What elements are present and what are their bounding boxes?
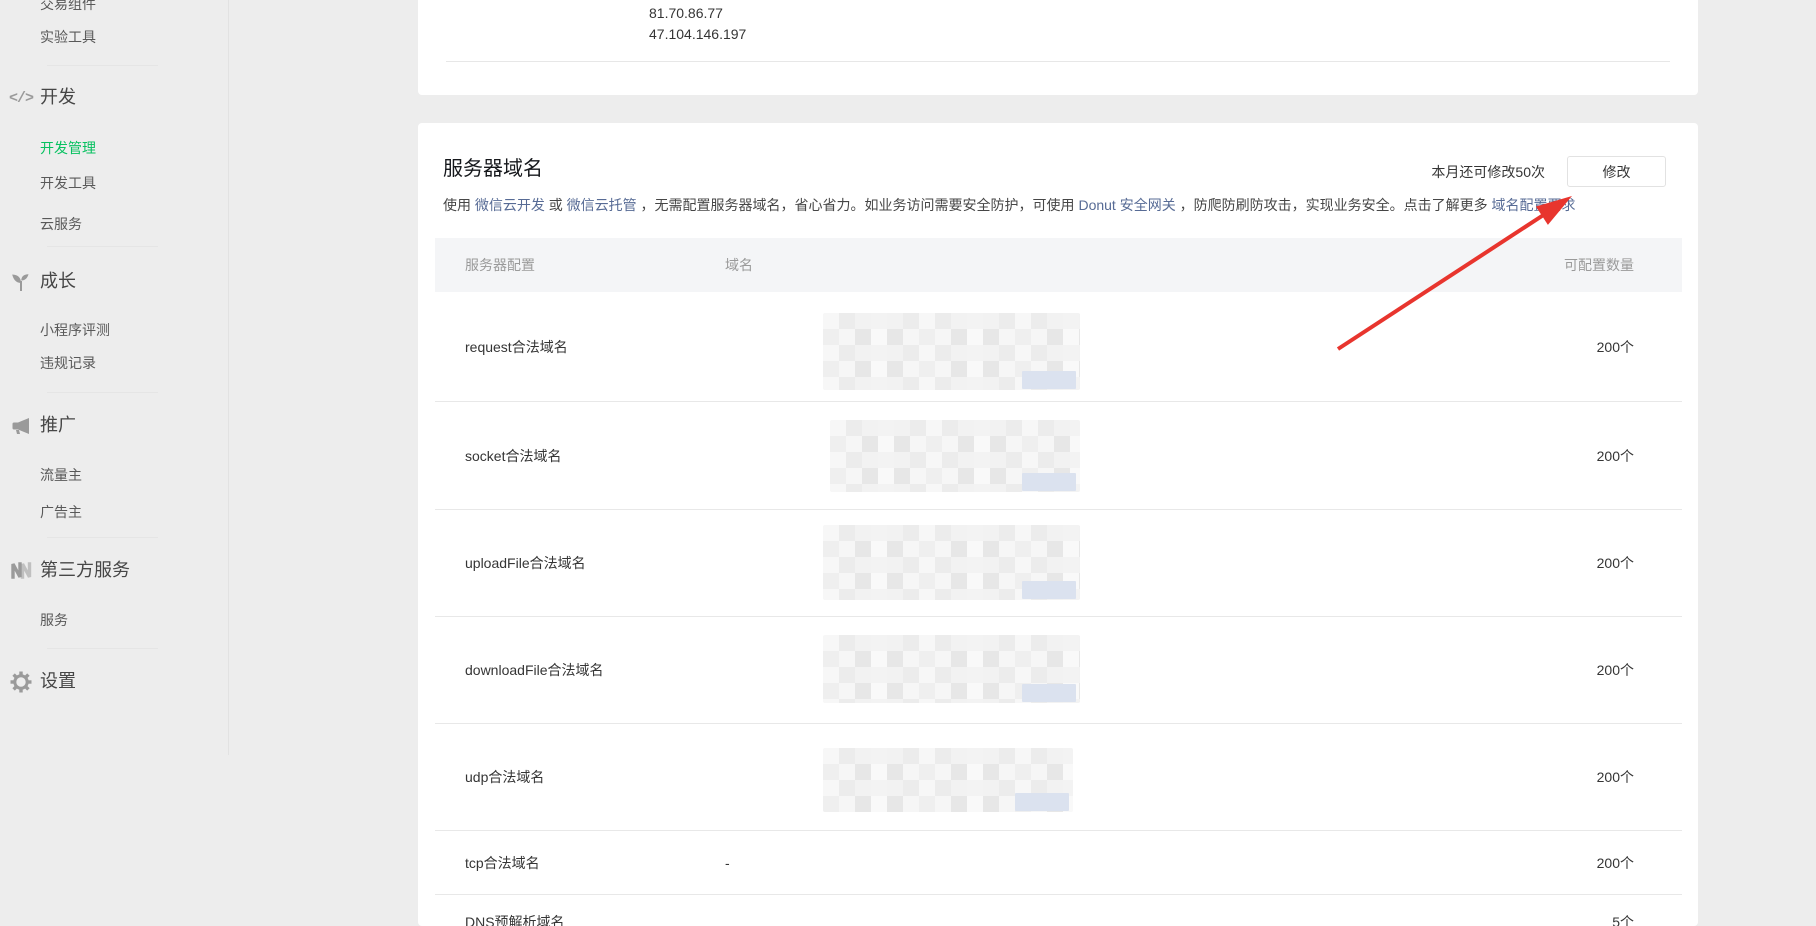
code-icon: </> <box>8 85 34 111</box>
desc-text: ，防爬防刷防攻击，实现业务安全。点击了解更多 <box>1176 197 1492 213</box>
modify-button[interactable]: 修改 <box>1567 156 1666 187</box>
sidebar-item-cloud-service[interactable]: 云服务 <box>40 214 82 234</box>
sidebar-section-promotion[interactable]: 推广 <box>40 412 76 438</box>
sidebar-item-trade-components[interactable]: 交易组件 <box>40 0 96 14</box>
server-config-label: request合法域名 <box>435 337 725 357</box>
censored-blue-block <box>1022 684 1076 702</box>
sidebar-item-experiment-tools[interactable]: 实验工具 <box>40 27 96 47</box>
desc-text: 或 <box>545 197 567 213</box>
quota-value: 200个 <box>1385 446 1682 466</box>
ip-address: 81.70.86.77 <box>649 3 746 24</box>
censored-blue-block <box>1015 793 1069 811</box>
ip-list: 81.70.86.77 47.104.146.197 <box>649 3 746 45</box>
domain-cell <box>725 510 1385 616</box>
domain-config-requirements-link[interactable]: 域名配置要求 <box>1491 197 1575 213</box>
sidebar-divider <box>47 392 158 393</box>
table-row-request: request合法域名 200个 <box>435 292 1682 402</box>
gear-icon <box>8 669 34 695</box>
censored-domain-blur <box>823 748 1073 812</box>
sidebar-section-settings[interactable]: 设置 <box>40 668 76 694</box>
censored-domain-blur <box>823 635 1080 703</box>
domain-value: - <box>725 855 730 871</box>
sidebar-item-service[interactable]: 服务 <box>40 610 68 630</box>
header-quota: 可配置数量 <box>1385 255 1682 275</box>
quota-value: 200个 <box>1385 853 1682 873</box>
censored-domain-blur <box>823 525 1080 600</box>
domain-cell: - <box>725 831 1385 894</box>
ip-address: 47.104.146.197 <box>649 24 746 45</box>
card-divider <box>446 61 1670 62</box>
header-server-config: 服务器配置 <box>435 255 725 275</box>
censored-blue-block <box>1022 581 1076 599</box>
censored-domain-blur <box>823 313 1080 390</box>
sidebar-section-third-party[interactable]: 第三方服务 <box>40 557 130 583</box>
table-row-downloadfile: downloadFile合法域名 200个 <box>435 617 1682 724</box>
desc-text: 使用 <box>443 197 475 213</box>
table-row-uploadfile: uploadFile合法域名 200个 <box>435 510 1682 617</box>
table-row-tcp: tcp合法域名 - 200个 <box>435 831 1682 895</box>
quota-value: 200个 <box>1385 553 1682 573</box>
sprout-icon <box>8 269 34 295</box>
sidebar-divider <box>47 537 158 538</box>
server-config-label: socket合法域名 <box>435 446 725 466</box>
wechat-cloud-hosting-link[interactable]: 微信云托管 <box>567 197 637 213</box>
table-row-udp: udp合法域名 200个 <box>435 724 1682 831</box>
description: 使用 微信云开发 或 微信云托管 ，无需配置服务器域名，省心省力。如业务访问需要… <box>443 195 1575 215</box>
domain-table: 服务器配置 域名 可配置数量 request合法域名 200个 socket合法… <box>435 238 1682 926</box>
sidebar-divider <box>47 648 158 649</box>
domain-cell <box>725 724 1385 830</box>
sidebar-item-advertiser[interactable]: 广告主 <box>40 502 82 522</box>
monthly-quota-text: 本月还可修改50次 <box>1431 162 1545 182</box>
sidebar-item-develop-tools[interactable]: 开发工具 <box>40 173 96 193</box>
sidebar: 交易组件 实验工具 </> 开发 开发管理 开发工具 云服务 成长 小程序评测 … <box>0 0 229 755</box>
censored-domain-blur <box>830 420 1080 492</box>
quota-value: 5个 <box>1385 895 1682 926</box>
top-card: 81.70.86.77 47.104.146.197 <box>418 0 1698 95</box>
censored-blue-block <box>1022 473 1076 491</box>
wechat-cloud-dev-link[interactable]: 微信云开发 <box>475 197 545 213</box>
sidebar-item-miniprogram-evaluation[interactable]: 小程序评测 <box>40 320 110 340</box>
header-domain: 域名 <box>725 238 1385 292</box>
quota-value: 200个 <box>1385 660 1682 680</box>
sidebar-item-develop-management[interactable]: 开发管理 <box>40 138 96 158</box>
server-config-label: uploadFile合法域名 <box>435 553 725 573</box>
server-config-label: DNS预解析域名 <box>435 895 725 926</box>
page-title: 服务器域名 <box>443 156 543 182</box>
table-header-row: 服务器配置 域名 可配置数量 <box>435 238 1682 292</box>
sidebar-section-develop[interactable]: 开发 <box>40 84 76 110</box>
domain-cell <box>725 895 1385 926</box>
sidebar-section-growth[interactable]: 成长 <box>40 268 76 294</box>
page: 交易组件 实验工具 </> 开发 开发管理 开发工具 云服务 成长 小程序评测 … <box>0 0 1816 926</box>
table-row-dns: DNS预解析域名 5个 <box>435 895 1682 926</box>
server-config-label: udp合法域名 <box>435 767 725 787</box>
sidebar-divider <box>47 246 158 247</box>
megaphone-icon <box>8 413 34 439</box>
server-domain-card: 服务器域名 本月还可修改50次 修改 使用 微信云开发 或 微信云托管 ，无需配… <box>418 123 1698 926</box>
sidebar-divider <box>47 65 158 66</box>
table-row-socket: socket合法域名 200个 <box>435 402 1682 510</box>
sidebar-item-violation-records[interactable]: 违规记录 <box>40 353 96 373</box>
quota-value: 200个 <box>1385 337 1682 357</box>
censored-blue-block <box>1022 371 1076 389</box>
third-party-service-icon <box>8 557 34 583</box>
domain-cell <box>725 617 1385 723</box>
quota-value: 200个 <box>1385 767 1682 787</box>
donut-gateway-link[interactable]: Donut 安全网关 <box>1078 197 1175 213</box>
domain-cell <box>725 402 1385 509</box>
server-config-label: downloadFile合法域名 <box>435 660 725 680</box>
desc-text: ，无需配置服务器域名，省心省力。如业务访问需要安全防护，可使用 <box>637 197 1079 213</box>
sidebar-item-traffic-owner[interactable]: 流量主 <box>40 465 82 485</box>
server-config-label: tcp合法域名 <box>435 853 725 873</box>
domain-cell <box>725 292 1385 401</box>
